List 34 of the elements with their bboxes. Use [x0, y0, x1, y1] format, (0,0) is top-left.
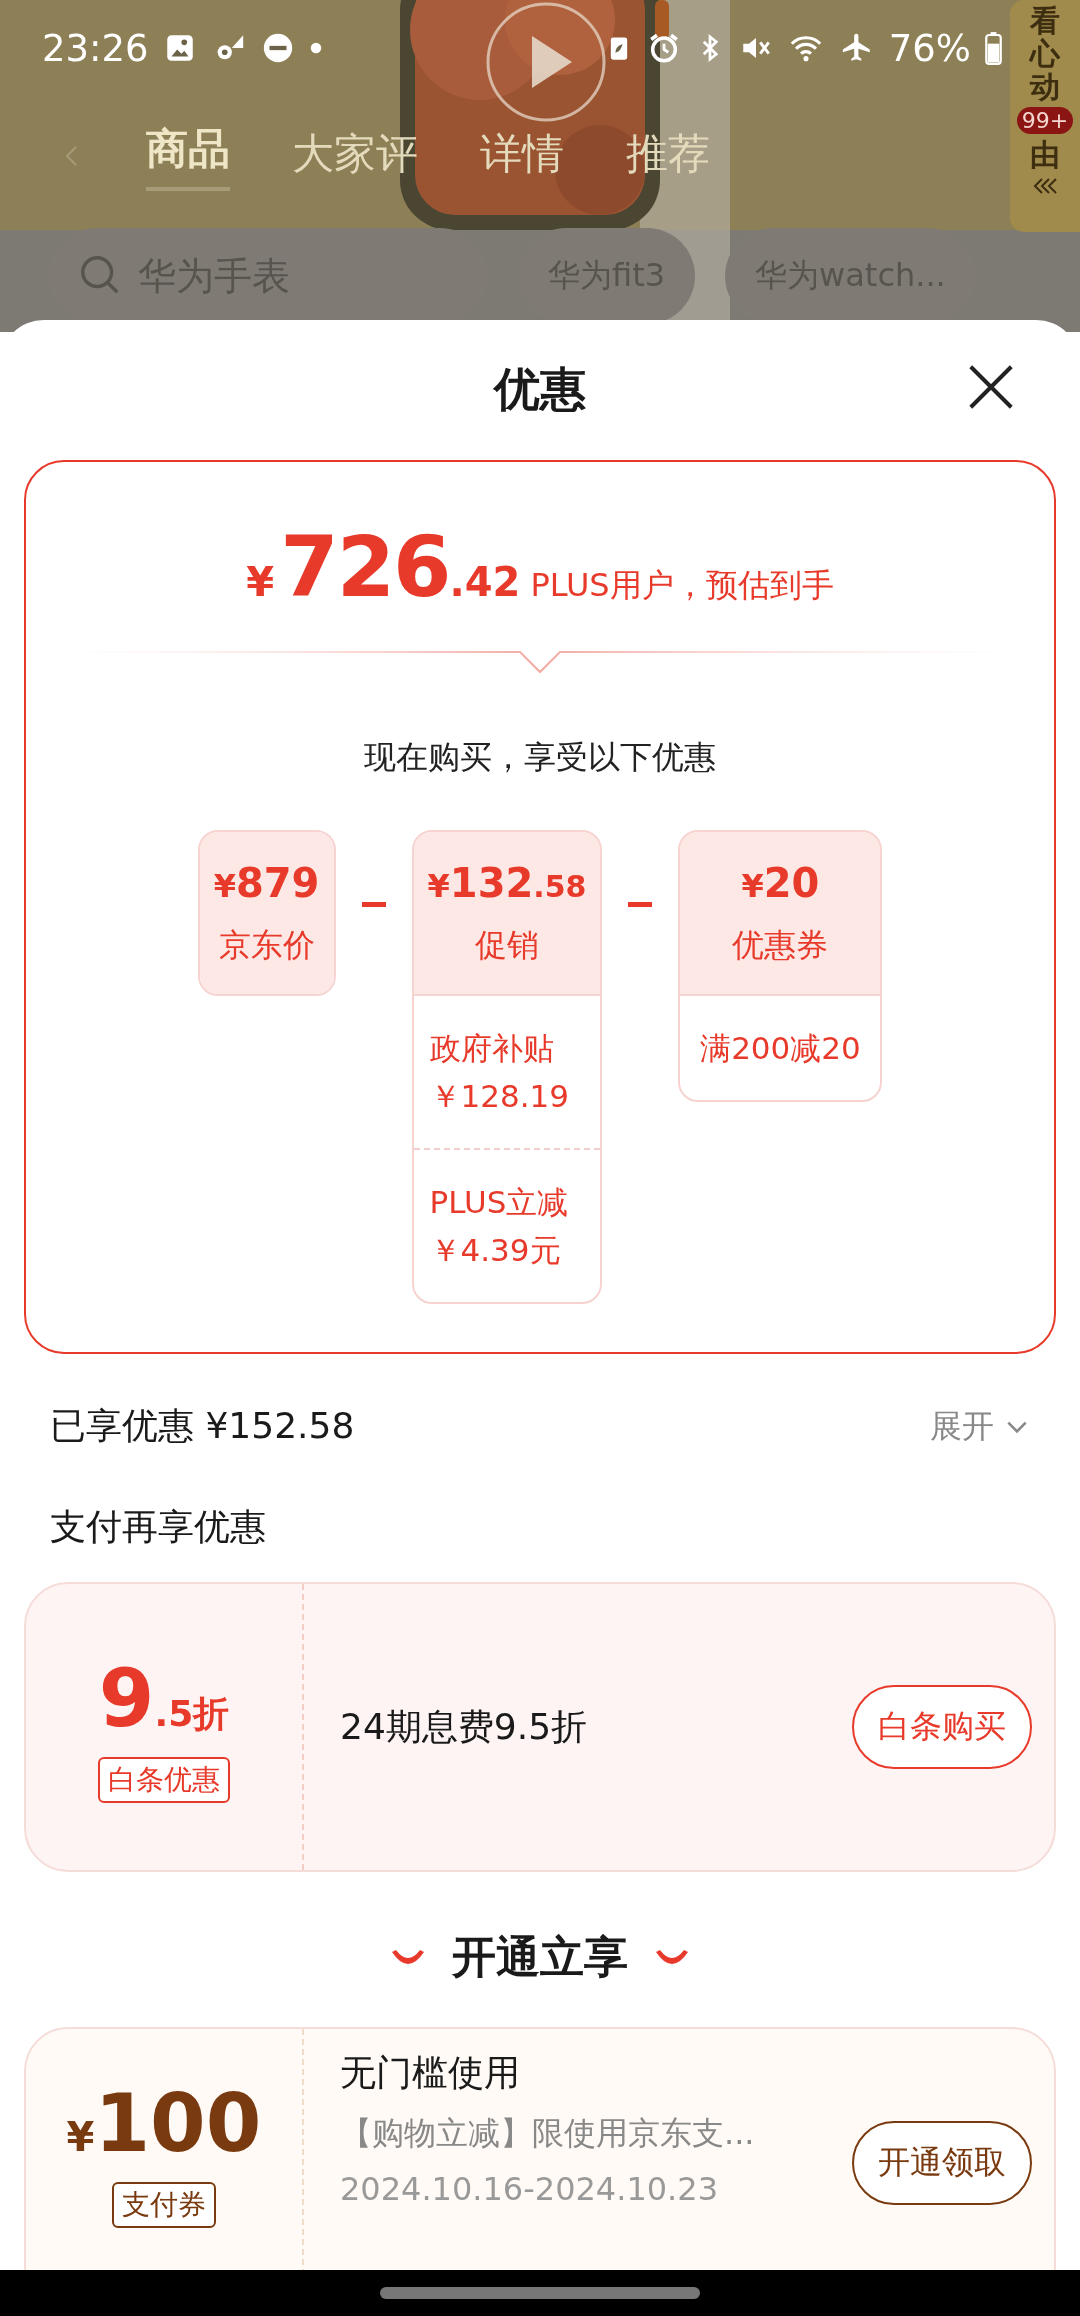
coupon-tag: 支付券: [112, 2181, 216, 2228]
coupon-title: 无门槛使用: [340, 2051, 521, 2096]
breakdown-subtitle: 现在购买，享受以下优惠: [364, 737, 716, 778]
coupon-amount: ¥100: [66, 2076, 262, 2170]
expand-toggle[interactable]: 展开: [930, 1404, 1030, 1449]
battery-percentage: 76%: [888, 26, 971, 70]
component-price: ¥20: [741, 860, 820, 906]
component-price: ¥132.58: [427, 860, 587, 906]
coupon-description: 【购物立减】限使用京东支...: [340, 2113, 756, 2155]
offer-description: 24期息费9.5折: [340, 1704, 589, 1749]
total-savings: 已享优惠 ¥152.58: [50, 1404, 355, 1449]
side-banner[interactable]: 看心动 99+ 由: [1010, 0, 1080, 232]
coupon-dates: 2024.10.16-2024.10.23: [340, 2170, 719, 2209]
estimated-price: ¥726.42 PLUS用户，预估到手: [246, 518, 834, 616]
component-label: 促销: [475, 925, 539, 966]
baitiao-buy-button[interactable]: 白条购买: [852, 1685, 1032, 1770]
component-label: 优惠券: [732, 925, 829, 966]
discount-detail: 政府补贴 ￥128.19: [413, 994, 601, 1149]
discount-detail: 满200减20: [680, 994, 881, 1101]
banner-text: 由: [1030, 138, 1060, 171]
section-title: 开通立享: [452, 1930, 628, 1985]
tab[interactable]: 详情: [480, 126, 564, 186]
activate-claim-button[interactable]: 开通领取: [852, 2121, 1032, 2206]
component-price: ¥879: [213, 860, 320, 906]
status-time: 23:26: [42, 26, 149, 70]
sheet-title: 优惠: [494, 361, 586, 418]
discount-value: 9.5折: [98, 1651, 230, 1745]
offer-tag: 白条优惠: [98, 1756, 230, 1803]
section-title: 支付再享优惠: [49, 1505, 267, 1550]
tab[interactable]: 商品: [146, 121, 230, 191]
component-label: 京东价: [218, 925, 315, 966]
banner-text: 看心动: [1030, 4, 1060, 103]
count-badge: 99+: [1016, 107, 1074, 134]
discount-detail: PLUS立减 ￥4.39元: [413, 1148, 601, 1303]
